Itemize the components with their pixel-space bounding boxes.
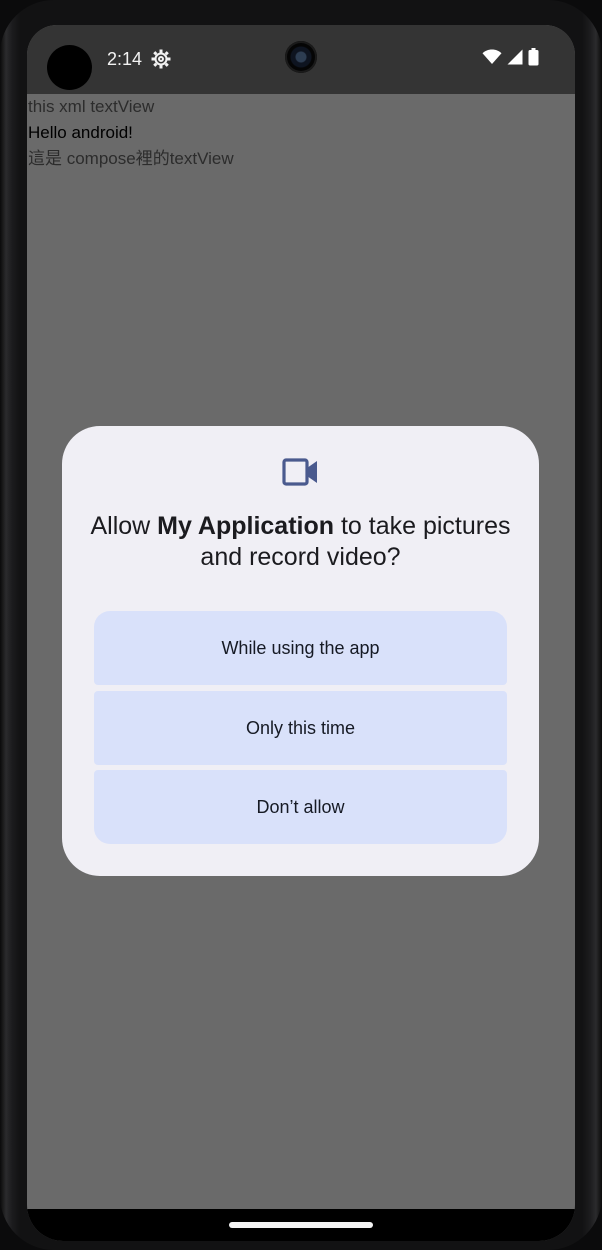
gear-icon [151, 49, 171, 69]
navigation-bar [27, 1209, 575, 1241]
only-this-time-button[interactable]: Only this time [94, 691, 507, 765]
compose-text-view: 這是 compose裡的textView [28, 149, 234, 168]
while-using-app-label: While using the app [221, 637, 380, 658]
greeting-text: Hello android! [28, 123, 133, 142]
status-bar: 2:14 [27, 25, 575, 94]
dont-allow-label: Don’t allow [256, 796, 345, 817]
status-time: 2:14 [107, 49, 143, 69]
phone-frame: 2:14 this xml textView Hello android! 這是… [0, 0, 602, 1250]
only-this-time-label: Only this time [245, 717, 356, 738]
wifi-icon [482, 49, 502, 70]
dialog-title-prefix: Allow [90, 512, 158, 540]
phone-screen: 2:14 this xml textView Hello android! 這是… [27, 25, 575, 1241]
app-content: this xml textView Hello android! 這是 comp… [27, 94, 575, 172]
while-using-app-button[interactable]: While using the app [94, 611, 507, 685]
permission-dialog: Allow My Application to take pictures an… [62, 426, 539, 876]
dialog-app-name: My Application [157, 512, 335, 540]
screen-record-dot [47, 45, 92, 90]
home-indicator[interactable] [229, 1222, 373, 1228]
dialog-title: Allow My Application to take pictures an… [82, 511, 519, 573]
battery-icon [528, 47, 539, 71]
xml-text-view: this xml textView [28, 97, 155, 116]
signal-icon [507, 49, 523, 70]
front-camera [285, 41, 317, 73]
dont-allow-button[interactable]: Don’t allow [94, 770, 507, 844]
status-icons [482, 47, 539, 71]
videocam-icon [282, 456, 320, 488]
